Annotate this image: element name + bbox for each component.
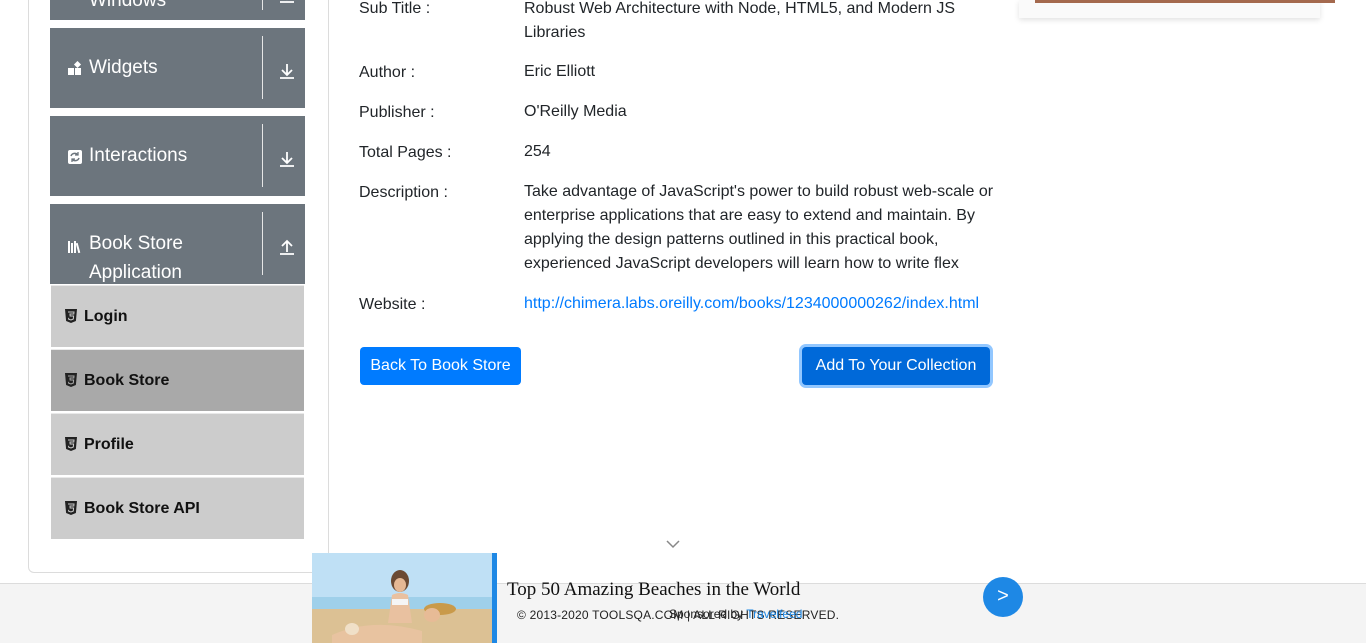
ad-sponsor-prefix: Sponsored by bbox=[669, 607, 744, 621]
publisher-value: O'Reilly Media bbox=[524, 103, 627, 120]
html5-icon bbox=[65, 501, 77, 515]
sidebar-group-interactions[interactable]: Interactions bbox=[50, 116, 305, 196]
ad-image bbox=[312, 553, 492, 643]
sidebar-item-profile[interactable]: Profile bbox=[51, 413, 304, 475]
arrow-up-icon bbox=[280, 239, 294, 255]
sidebar-item-label: Book Store bbox=[84, 372, 170, 389]
sidebar-group-label: Widgets bbox=[89, 57, 158, 78]
website-label: Website : bbox=[359, 296, 426, 313]
refresh-icon bbox=[68, 150, 82, 164]
arrow-down-icon bbox=[280, 152, 294, 167]
description-line: experienced JavaScript developers will l… bbox=[524, 255, 959, 272]
sidebar-item-login[interactable]: Login bbox=[51, 285, 304, 347]
description-line: enterprise applications that are easy to… bbox=[524, 207, 975, 224]
divider bbox=[262, 36, 263, 99]
add-to-collection-button[interactable]: Add To Your Collection bbox=[802, 347, 990, 385]
ad-image-strip bbox=[1035, 0, 1335, 3]
author-label: Author : bbox=[359, 64, 416, 81]
ad-sponsor: Sponsored by Travelfeed bbox=[669, 607, 802, 621]
ad-next-button[interactable]: > bbox=[983, 577, 1023, 617]
widgets-icon bbox=[68, 61, 82, 75]
sidebar-item-label: Login bbox=[84, 308, 128, 325]
html5-icon bbox=[65, 437, 77, 451]
sidebar-group-windows[interactable]: Windows bbox=[50, 0, 305, 20]
sidebar-group-label: Interactions bbox=[89, 145, 188, 166]
sidebar-item-book-store-api[interactable]: Book Store API bbox=[51, 477, 304, 539]
publisher-label: Publisher : bbox=[359, 104, 435, 121]
subtitle-line: Libraries bbox=[524, 24, 586, 41]
sidebar-item-label: Book Store API bbox=[84, 500, 200, 517]
arrow-down-icon bbox=[280, 0, 294, 3]
description-line: applying the design patterns outlined in… bbox=[524, 231, 939, 248]
total-pages-value: 254 bbox=[524, 143, 551, 160]
sidebar-group-label: Windows bbox=[89, 0, 167, 11]
description-line: Take advantage of JavaScript's power to … bbox=[524, 183, 994, 200]
ad-accent-bar bbox=[492, 553, 497, 643]
sidebar-group-label: Book Store Application bbox=[89, 233, 183, 283]
ad-banner-bottom[interactable]: Top 50 Amazing Beaches in the World Spon… bbox=[312, 553, 1032, 643]
ad-banner-top[interactable] bbox=[1019, 0, 1335, 18]
back-to-book-store-button[interactable]: Back To Book Store bbox=[360, 347, 521, 385]
total-pages-label: Total Pages : bbox=[359, 144, 452, 161]
books-icon bbox=[68, 241, 81, 254]
ad-title[interactable]: Top 50 Amazing Beaches in the World bbox=[507, 579, 800, 601]
html5-icon bbox=[65, 309, 77, 323]
sidebar-item-book-store[interactable]: Book Store bbox=[51, 349, 304, 411]
subtitle-label: Sub Title : bbox=[359, 0, 431, 17]
divider bbox=[262, 0, 263, 10]
ad-sponsor-name[interactable]: Travelfeed bbox=[746, 607, 802, 621]
html5-icon bbox=[65, 373, 77, 387]
website-link[interactable]: http://chimera.labs.oreilly.com/books/12… bbox=[524, 292, 994, 316]
divider bbox=[262, 212, 263, 275]
arrow-down-icon bbox=[280, 64, 294, 79]
chevron-down-icon[interactable] bbox=[665, 538, 681, 550]
subtitle-value: Robust Web Architecture with Node, HTML5… bbox=[524, 0, 994, 45]
author-value: Eric Elliott bbox=[524, 63, 596, 80]
description-value: Take advantage of JavaScript's power to … bbox=[524, 180, 994, 276]
sidebar-item-label: Profile bbox=[84, 436, 134, 453]
description-label: Description : bbox=[359, 184, 448, 201]
subtitle-line: Robust Web Architecture with Node, HTML5… bbox=[524, 0, 956, 17]
sidebar-group-widgets[interactable]: Widgets bbox=[50, 28, 305, 108]
divider bbox=[262, 124, 263, 187]
sidebar-group-book-store-application[interactable]: Book Store Application bbox=[50, 204, 305, 284]
beach-image bbox=[312, 553, 492, 643]
